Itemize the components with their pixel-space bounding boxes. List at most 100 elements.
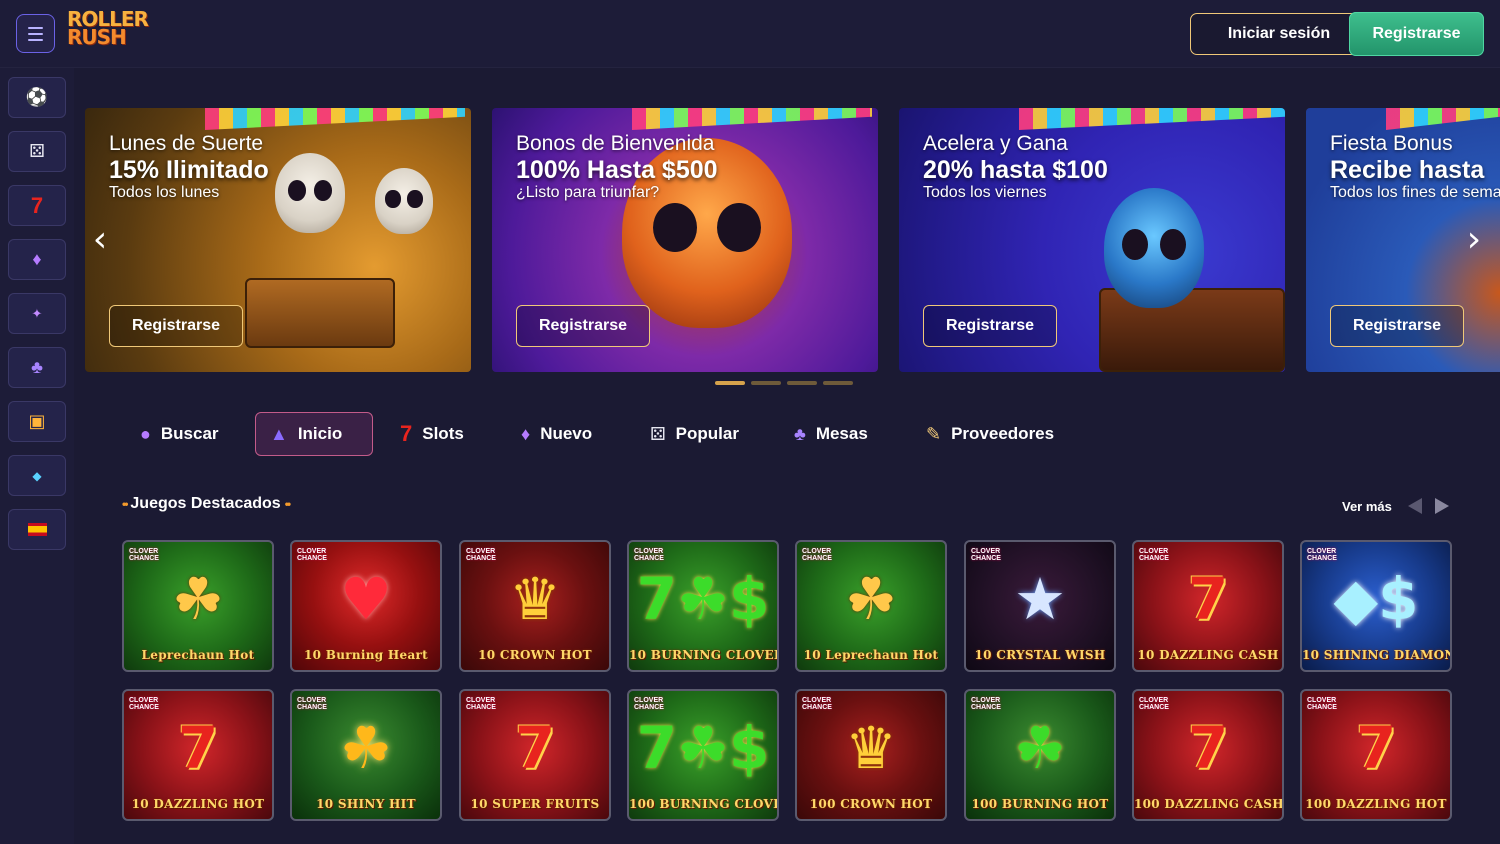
tab-new[interactable]: ♦ Nuevo <box>507 412 606 456</box>
gift-icon: ▣ <box>28 411 46 431</box>
sidebar-item-tables[interactable]: ♣ <box>8 347 66 388</box>
carousel-prev-arrow[interactable]: ‹ <box>88 222 112 258</box>
sidebar-item-special[interactable]: ✦ <box>8 293 66 334</box>
sidebar-item-vip[interactable]: ◆ <box>8 455 66 496</box>
game-tile[interactable]: CLOVER CHANCE 7 10 DAZZLING CASH <box>1132 540 1284 672</box>
game-title: 10 DAZZLING HOT <box>131 797 265 811</box>
game-title: 10 BURNING CLOVER <box>629 648 779 662</box>
promo-banner-monday[interactable]: Lunes de Suerte 15% Ilimitado Todos los … <box>85 108 471 372</box>
game-tile[interactable]: CLOVER CHANCE ◆$ 10 SHINING DIAMOND <box>1300 540 1452 672</box>
tab-search[interactable]: ● Buscar <box>126 412 233 456</box>
sidebar-item-promotions[interactable]: ▣ <box>8 401 66 442</box>
clover-chance-badge: CLOVER CHANCE <box>971 697 1001 711</box>
roller-rush-logo[interactable]: ROLLER RUSH <box>67 9 149 57</box>
carousel-dots <box>715 381 853 385</box>
game-title: 10 DAZZLING CASH <box>1137 648 1279 662</box>
sidebar-item-sports[interactable]: ⚽ <box>8 77 66 118</box>
carousel-next-arrow[interactable]: › <box>1462 222 1486 258</box>
tab-providers[interactable]: ✎ Proveedores <box>912 412 1068 456</box>
spain-flag-icon <box>27 523 47 536</box>
game-symbol-icon: 7☘$ <box>636 565 770 633</box>
game-tile[interactable]: CLOVER CHANCE ♥ 10 Burning Heart <box>290 540 442 672</box>
banner-register-button[interactable]: Registrarse <box>516 305 650 347</box>
sidebar-item-popular[interactable]: ⚄ <box>8 131 66 172</box>
banner-register-button[interactable]: Registrarse <box>923 305 1057 347</box>
game-tile[interactable]: CLOVER CHANCE ♛ 100 CROWN HOT <box>795 689 947 821</box>
tab-popular[interactable]: ⚄ Popular <box>636 412 753 456</box>
hamburger-menu-button[interactable] <box>16 14 55 53</box>
sidebar-item-language[interactable] <box>8 509 66 550</box>
game-tile[interactable]: CLOVER CHANCE 7 100 DAZZLING HOT <box>1300 689 1452 821</box>
tab-slots[interactable]: 7 Slots <box>386 412 478 456</box>
carousel-dot[interactable] <box>715 381 745 385</box>
carousel-dot[interactable] <box>751 381 781 385</box>
game-symbol-icon: 7 <box>177 714 219 782</box>
tab-tables[interactable]: ♣ Mesas <box>780 412 882 456</box>
menu-icon <box>28 26 43 29</box>
game-title: 10 CROWN HOT <box>478 648 592 662</box>
tab-home[interactable]: ▲ Inicio <box>255 412 373 456</box>
banner-register-button[interactable]: Registrarse <box>109 305 243 347</box>
scroll-icon: ✎ <box>926 423 942 444</box>
see-more-link[interactable]: Ver más <box>1342 499 1392 514</box>
game-symbol-icon: ☘ <box>1014 714 1066 782</box>
clover-chance-badge: CLOVER CHANCE <box>634 697 664 711</box>
game-title: 10 Burning Heart <box>303 648 429 662</box>
login-button[interactable]: Iniciar sesión <box>1190 13 1368 55</box>
game-tile[interactable]: CLOVER CHANCE 7 10 SUPER FRUITS <box>459 689 611 821</box>
game-tile[interactable]: CLOVER CHANCE ☘ 10 Leprechaun Hot <box>795 540 947 672</box>
bullet-dots: •• <box>284 497 292 511</box>
seven-icon: 7 <box>400 421 413 446</box>
clover-chance-badge: CLOVER CHANCE <box>971 548 1001 562</box>
banner-register-button[interactable]: Registrarse <box>1330 305 1464 347</box>
sidebar-item-new[interactable]: ♦ <box>8 239 66 280</box>
games-prev-arrow-icon[interactable] <box>1408 498 1422 514</box>
top-bar: ROLLER RUSH Iniciar sesión Registrarse <box>0 0 1500 68</box>
game-symbol-icon: 7☘$ <box>636 714 770 782</box>
register-button[interactable]: Registrarse <box>1349 12 1484 56</box>
table-icon: ♣ <box>794 423 806 444</box>
clover-chance-badge: CLOVER CHANCE <box>1139 697 1169 711</box>
game-tile[interactable]: CLOVER CHANCE 7 10 DAZZLING HOT <box>122 689 274 821</box>
clover-chance-badge: CLOVER CHANCE <box>802 548 832 562</box>
clover-chance-badge: CLOVER CHANCE <box>466 548 496 562</box>
game-tile[interactable]: CLOVER CHANCE 7☘$ 100 BURNING CLOVER <box>627 689 779 821</box>
game-symbol-icon: ☘ <box>172 565 224 633</box>
carousel-dot[interactable] <box>787 381 817 385</box>
game-symbol-icon: 7 <box>1355 714 1397 782</box>
game-title: 10 Leprechaun Hot <box>803 648 939 662</box>
game-tile[interactable]: CLOVER CHANCE ☘ 100 BURNING HOT <box>964 689 1116 821</box>
game-tile[interactable]: CLOVER CHANCE 7☘$ 10 BURNING CLOVER <box>627 540 779 672</box>
game-title: 10 CRYSTAL WISH <box>974 648 1106 662</box>
games-next-arrow-icon[interactable] <box>1435 498 1449 514</box>
soccer-ball-icon: ⚽ <box>25 87 49 107</box>
game-tile[interactable]: CLOVER CHANCE ☘ Leprechaun Hot <box>122 540 274 672</box>
game-tile[interactable]: CLOVER CHANCE ★ 10 CRYSTAL WISH <box>964 540 1116 672</box>
game-symbol-icon: 7 <box>1187 565 1229 633</box>
game-symbol-icon: 7 <box>1187 714 1229 782</box>
crystal-icon: ♦ <box>32 249 42 269</box>
game-title: 100 DAZZLING HOT <box>1305 797 1447 811</box>
game-tile[interactable]: CLOVER CHANCE ☘ 10 SHINY HIT <box>290 689 442 821</box>
game-title: 100 DAZZLING CASH <box>1134 797 1284 811</box>
section-title: •• Juegos Destacados •• <box>122 495 292 512</box>
game-symbol-icon: ◆$ <box>1333 565 1419 633</box>
game-symbol-icon: ☘ <box>845 565 897 633</box>
promo-banner-friday[interactable]: Acelera y Gana 20% hasta $100 Todos los … <box>899 108 1285 372</box>
skull-character <box>1104 188 1204 308</box>
clover-chance-badge: CLOVER CHANCE <box>802 697 832 711</box>
game-title: 10 SHINING DIAMOND <box>1302 648 1452 662</box>
table-icon: ♣ <box>31 357 43 377</box>
clover-chance-badge: CLOVER CHANCE <box>297 697 327 711</box>
carousel-dot[interactable] <box>823 381 853 385</box>
dice-icon: ⚄ <box>650 423 666 444</box>
clover-chance-badge: CLOVER CHANCE <box>129 697 159 711</box>
game-tile[interactable]: CLOVER CHANCE 7 100 DAZZLING CASH <box>1132 689 1284 821</box>
promo-banner-welcome[interactable]: Bonos de Bienvenida 100% Hasta $500 ¿Lis… <box>492 108 878 372</box>
game-tile[interactable]: CLOVER CHANCE ♛ 10 CROWN HOT <box>459 540 611 672</box>
game-title: 100 BURNING HOT <box>971 797 1109 811</box>
search-icon: ● <box>140 423 151 444</box>
clover-chance-badge: CLOVER CHANCE <box>1307 697 1337 711</box>
sidebar-item-slots[interactable]: 7 <box>8 185 66 226</box>
clover-chance-badge: CLOVER CHANCE <box>129 548 159 562</box>
